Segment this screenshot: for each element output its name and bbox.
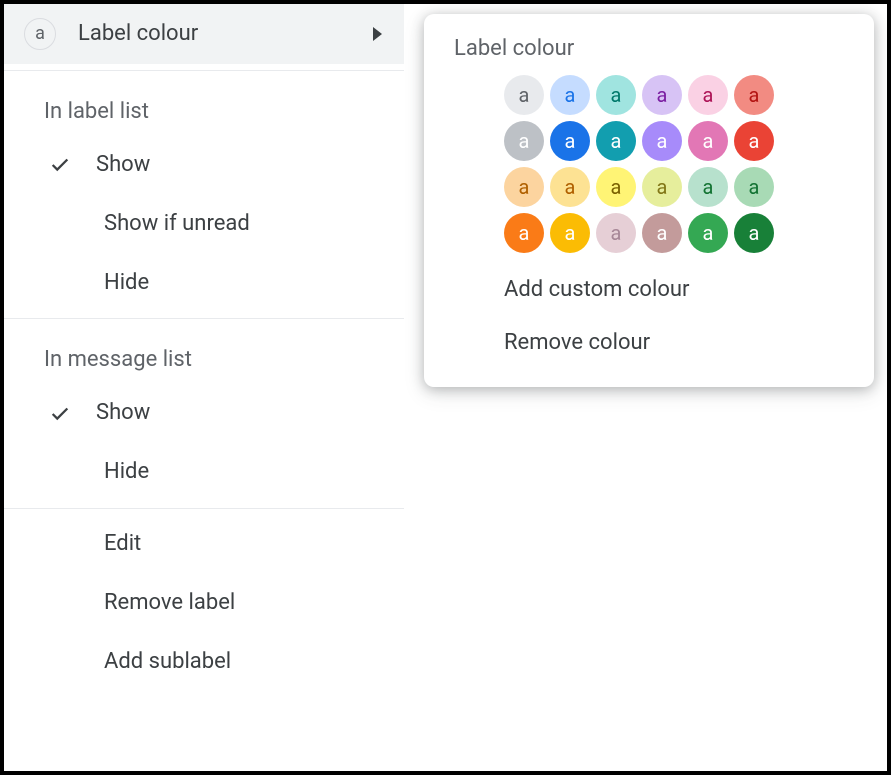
label-colour-label: Label colour [78, 19, 198, 50]
colour-swatch[interactable]: a [642, 213, 682, 253]
colour-swatch[interactable]: a [504, 167, 544, 207]
colour-swatch[interactable]: a [734, 167, 774, 207]
label-list-hide[interactable]: Hide [4, 254, 404, 313]
colour-swatch[interactable]: a [596, 167, 636, 207]
menu-label: Edit [104, 529, 141, 560]
colour-swatch[interactable]: a [642, 167, 682, 207]
colour-swatch[interactable]: a [642, 75, 682, 115]
colour-swatch[interactable]: a [504, 75, 544, 115]
colour-swatch[interactable]: a [504, 121, 544, 161]
remove-colour[interactable]: Remove colour [424, 316, 874, 369]
colour-swatch[interactable]: a [734, 75, 774, 115]
message-list-hide[interactable]: Hide [4, 443, 404, 502]
colour-swatch[interactable]: a [642, 121, 682, 161]
label-swatch-preview: a [24, 18, 56, 50]
colour-swatch[interactable]: a [596, 213, 636, 253]
menu-label: Hide [104, 268, 149, 299]
colour-swatch[interactable]: a [688, 75, 728, 115]
submenu-title: Label colour [424, 36, 874, 75]
section-in-label-list-title: In label list [4, 77, 404, 136]
check-icon [44, 403, 76, 425]
menu-label: Show if unread [104, 209, 250, 240]
check-icon [44, 154, 76, 176]
menu-label: Add sublabel [104, 647, 231, 678]
colour-swatch[interactable]: a [596, 75, 636, 115]
divider [4, 70, 404, 71]
colour-swatch[interactable]: a [550, 121, 590, 161]
divider [4, 318, 404, 319]
add-custom-colour[interactable]: Add custom colour [424, 263, 874, 316]
colour-swatch[interactable]: a [688, 167, 728, 207]
menu-label: Show [96, 150, 150, 181]
menu-label: Hide [104, 457, 149, 488]
colour-swatch[interactable]: a [596, 121, 636, 161]
edit-label[interactable]: Edit [4, 515, 404, 574]
colour-swatch[interactable]: a [504, 213, 544, 253]
colour-swatch[interactable]: a [688, 121, 728, 161]
label-list-show[interactable]: Show [4, 136, 404, 195]
colour-swatch[interactable]: a [688, 213, 728, 253]
label-colour-menu-item[interactable]: a Label colour [4, 4, 404, 64]
label-context-menu: a Label colour In label list Show Show i… [4, 4, 404, 691]
submenu-arrow-icon [373, 27, 382, 41]
colour-swatch[interactable]: a [550, 75, 590, 115]
menu-label: Remove label [104, 588, 235, 619]
colour-swatch[interactable]: a [550, 167, 590, 207]
message-list-show[interactable]: Show [4, 384, 404, 443]
colour-swatch-grid: aaaaaaaaaaaaaaaaaaaaaaaa [424, 75, 874, 263]
remove-label[interactable]: Remove label [4, 574, 404, 633]
colour-swatch[interactable]: a [550, 213, 590, 253]
colour-swatch[interactable]: a [734, 121, 774, 161]
colour-swatch[interactable]: a [734, 213, 774, 253]
divider [4, 508, 404, 509]
menu-label: Show [96, 398, 150, 429]
label-list-show-if-unread[interactable]: Show if unread [4, 195, 404, 254]
add-sublabel[interactable]: Add sublabel [4, 633, 404, 692]
section-in-message-list-title: In message list [4, 325, 404, 384]
label-colour-submenu: Label colour aaaaaaaaaaaaaaaaaaaaaaaa Ad… [424, 14, 874, 387]
